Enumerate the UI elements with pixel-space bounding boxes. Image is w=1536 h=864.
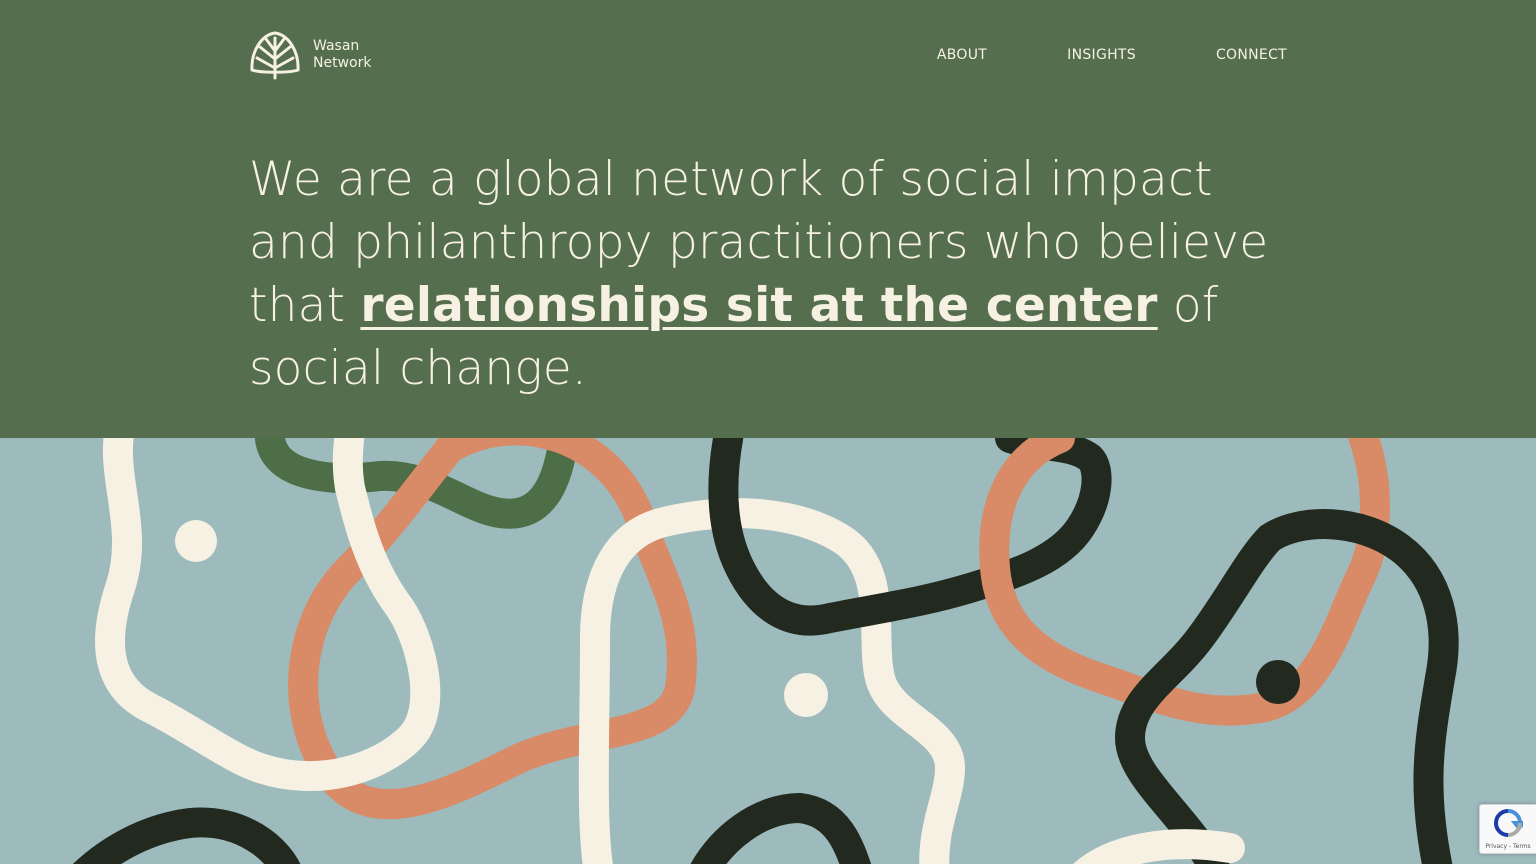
- hero-illustration: [0, 413, 1536, 864]
- brand-name-line2: Network: [313, 55, 372, 71]
- brand-name: Wasan Network: [313, 38, 371, 72]
- nav-item-connect[interactable]: CONNECT: [1216, 45, 1287, 65]
- recaptcha-icon: [1493, 808, 1528, 842]
- dark-squiggle-bottom: [72, 807, 300, 864]
- hero-link-relationships[interactable]: relationships sit at the center: [360, 278, 1157, 333]
- nav-item-insights[interactable]: INSIGHTS: [1067, 45, 1136, 65]
- cream-dot-left: [175, 520, 217, 562]
- brand-name-line1: Wasan: [313, 38, 360, 54]
- squiggle-illustration: [72, 413, 1459, 864]
- main-nav: ABOUT INSIGHTS CONNECT: [937, 45, 1287, 65]
- hero-header: Wasan Network ABOUT INSIGHTS CONNECT We …: [0, 0, 1536, 438]
- recaptcha-badge[interactable]: Privacy - Terms: [1479, 804, 1536, 854]
- cream-dot-center: [784, 673, 828, 717]
- recaptcha-links[interactable]: Privacy - Terms: [1485, 843, 1530, 850]
- page: Wasan Network ABOUT INSIGHTS CONNECT We …: [0, 0, 1536, 864]
- tree-leaf-icon: [249, 30, 301, 80]
- hero-headline: We are a global network of social impact…: [249, 148, 1309, 400]
- dark-squiggle-bottom-center: [690, 793, 872, 864]
- dark-dot-right: [1256, 660, 1300, 704]
- nav-item-about[interactable]: ABOUT: [937, 45, 987, 65]
- brand-logo-link[interactable]: Wasan Network: [249, 30, 371, 80]
